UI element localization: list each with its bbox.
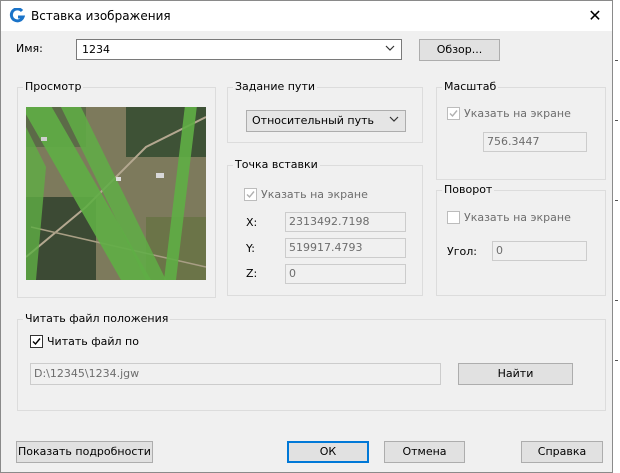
rotation-title: Поворот xyxy=(442,183,495,196)
ok-button[interactable]: ОК xyxy=(287,441,369,463)
preview-title: Просмотр xyxy=(23,80,84,93)
path-type-value: Относительный путь xyxy=(252,114,374,127)
chevron-down-icon xyxy=(385,45,395,51)
preview-image xyxy=(26,107,206,280)
path-type-select[interactable]: Относительный путь xyxy=(246,110,406,132)
check-icon xyxy=(246,191,255,199)
scale-field[interactable]: 756.3447 xyxy=(483,132,587,152)
path-title: Задание пути xyxy=(233,80,318,93)
check-icon xyxy=(449,110,458,118)
help-button[interactable]: Справка xyxy=(521,441,603,463)
show-details-button[interactable]: Показать подробности xyxy=(16,441,153,463)
rotation-on-screen-checkbox[interactable] xyxy=(447,211,460,224)
world-file-title: Читать файл положения xyxy=(23,312,171,325)
scale-on-screen-checkbox[interactable] xyxy=(447,107,460,120)
name-combobox[interactable]: 1234 xyxy=(76,39,402,60)
y-field[interactable]: 519917.4793 xyxy=(285,238,406,258)
insertion-on-screen-label: Указать на экране xyxy=(261,188,368,201)
insertion-on-screen-checkbox[interactable] xyxy=(244,188,257,201)
angle-field[interactable]: 0 xyxy=(492,241,587,261)
check-icon xyxy=(32,338,41,346)
read-world-file-checkbox[interactable] xyxy=(30,335,43,348)
insert-image-dialog: Вставка изображения ✕ Имя: 1234 Обзор...… xyxy=(0,0,613,473)
z-label: Z: xyxy=(246,267,258,280)
read-world-file-label: Читать файл по xyxy=(47,335,139,348)
x-field[interactable]: 2313492.7198 xyxy=(285,212,406,232)
title-bar: Вставка изображения ✕ xyxy=(1,1,612,31)
window-title: Вставка изображения xyxy=(31,9,171,23)
background-window-edge xyxy=(613,0,620,473)
cancel-button[interactable]: Отмена xyxy=(384,441,465,463)
name-value: 1234 xyxy=(82,43,110,56)
name-label: Имя: xyxy=(16,42,43,55)
y-label: Y: xyxy=(246,242,255,255)
scale-on-screen-label: Указать на экране xyxy=(464,107,571,120)
angle-label: Угол: xyxy=(447,245,477,258)
z-field[interactable]: 0 xyxy=(285,264,406,284)
scale-title: Масштаб xyxy=(442,80,499,93)
world-file-path-field[interactable]: D:\12345\1234.jgw xyxy=(30,363,441,385)
insertion-point-title: Точка вставки xyxy=(233,158,320,171)
browse-button[interactable]: Обзор... xyxy=(419,39,500,61)
app-logo-icon xyxy=(9,8,25,23)
chevron-down-icon xyxy=(389,116,399,122)
close-icon[interactable]: ✕ xyxy=(584,5,606,27)
x-label: X: xyxy=(246,216,258,229)
find-button[interactable]: Найти xyxy=(458,363,573,385)
rotation-on-screen-label: Указать на экране xyxy=(464,211,571,224)
